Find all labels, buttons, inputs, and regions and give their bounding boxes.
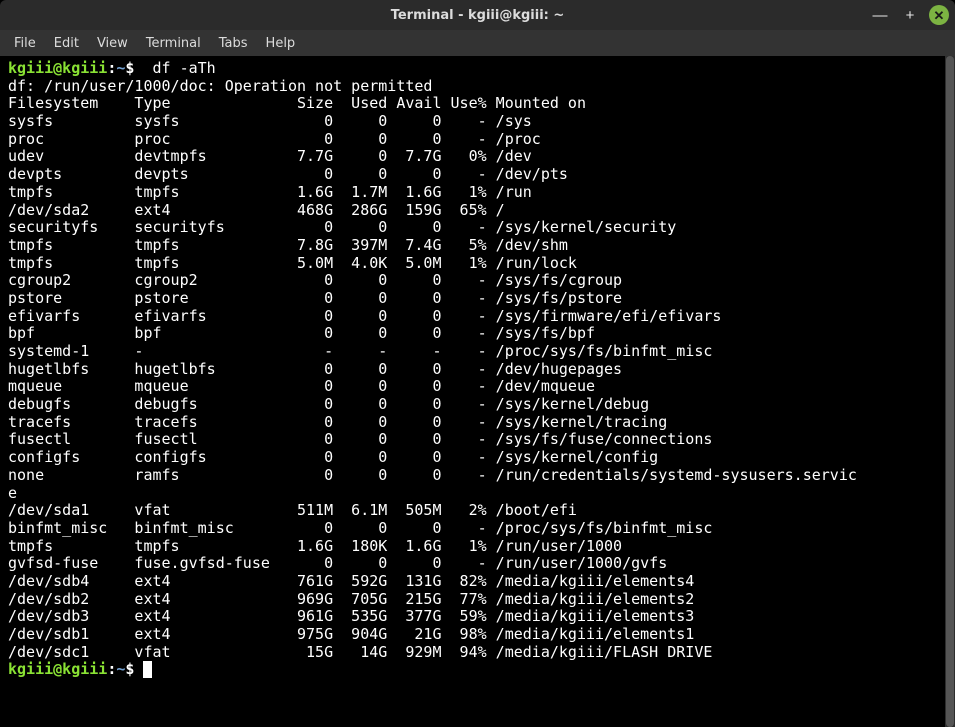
- df-row: binfmt_misc binfmt_misc 0 0 0 - /proc/sy…: [8, 520, 939, 538]
- scrollbar[interactable]: [945, 56, 955, 727]
- df-row: /dev/sdb4 ext4 761G 592G 131G 82% /media…: [8, 573, 939, 591]
- df-row: /dev/sdc1 vfat 15G 14G 929M 94% /media/k…: [8, 644, 939, 662]
- df-row: tmpfs tmpfs 5.0M 4.0K 5.0M 1% /run/lock: [8, 255, 939, 273]
- df-row: systemd-1 - - - - - /proc/sys/fs/binfmt_…: [8, 343, 939, 361]
- df-row: bpf bpf 0 0 0 - /sys/fs/bpf: [8, 325, 939, 343]
- df-row: hugetlbfs hugetlbfs 0 0 0 - /dev/hugepag…: [8, 361, 939, 379]
- df-header: Filesystem Type Size Used Avail Use% Mou…: [8, 95, 939, 113]
- df-row: /dev/sda1 vfat 511M 6.1M 505M 2% /boot/e…: [8, 502, 939, 520]
- cursor: [143, 661, 152, 678]
- df-row: tmpfs tmpfs 7.8G 397M 7.4G 5% /dev/shm: [8, 237, 939, 255]
- window-controls: — + ✕: [869, 0, 949, 30]
- df-row: pstore pstore 0 0 0 - /sys/fs/pstore: [8, 290, 939, 308]
- df-row-overflow: e: [8, 485, 939, 503]
- df-row: tracefs tracefs 0 0 0 - /sys/kernel/trac…: [8, 414, 939, 432]
- menu-file[interactable]: File: [6, 33, 44, 54]
- df-row: cgroup2 cgroup2 0 0 0 - /sys/fs/cgroup: [8, 272, 939, 290]
- scrollbar-thumb[interactable]: [946, 56, 954, 727]
- window-title: Terminal - kgiii@kgiii: ~: [0, 8, 955, 23]
- minimize-button[interactable]: —: [869, 4, 891, 26]
- df-row: proc proc 0 0 0 - /proc: [8, 131, 939, 149]
- terminal-output[interactable]: kgiii@kgiii:~$ df -aThdf: /run/user/1000…: [0, 56, 945, 727]
- prompt-dollar: $: [125, 59, 134, 77]
- df-row: udev devtmpfs 7.7G 0 7.7G 0% /dev: [8, 148, 939, 166]
- df-row: fusectl fusectl 0 0 0 - /sys/fs/fuse/con…: [8, 431, 939, 449]
- menu-edit[interactable]: Edit: [46, 33, 87, 54]
- df-row: securityfs securityfs 0 0 0 - /sys/kerne…: [8, 219, 939, 237]
- df-row: tmpfs tmpfs 1.6G 1.7M 1.6G 1% /run: [8, 184, 939, 202]
- prompt-line[interactable]: kgiii@kgiii:~$: [8, 661, 939, 679]
- df-row: gvfsd-fuse fuse.gvfsd-fuse 0 0 0 - /run/…: [8, 555, 939, 573]
- prompt-userhost: kgiii@kgiii: [8, 660, 107, 678]
- df-row: tmpfs tmpfs 1.6G 180K 1.6G 1% /run/user/…: [8, 538, 939, 556]
- maximize-button[interactable]: +: [899, 4, 921, 26]
- df-row: devpts devpts 0 0 0 - /dev/pts: [8, 166, 939, 184]
- menu-help[interactable]: Help: [258, 33, 304, 54]
- df-row: /dev/sdb1 ext4 975G 904G 21G 98% /media/…: [8, 626, 939, 644]
- prompt-dollar: $: [125, 660, 134, 678]
- df-row: none ramfs 0 0 0 - /run/credentials/syst…: [8, 467, 939, 485]
- df-row: debugfs debugfs 0 0 0 - /sys/kernel/debu…: [8, 396, 939, 414]
- close-button[interactable]: ✕: [929, 5, 949, 25]
- menu-tabs[interactable]: Tabs: [211, 33, 256, 54]
- df-row: efivarfs efivarfs 0 0 0 - /sys/firmware/…: [8, 308, 939, 326]
- prompt-userhost: kgiii@kgiii: [8, 59, 107, 77]
- command-line: kgiii@kgiii:~$ df -aTh: [8, 60, 939, 78]
- menubar: File Edit View Terminal Tabs Help: [0, 30, 955, 56]
- df-row: sysfs sysfs 0 0 0 - /sys: [8, 113, 939, 131]
- df-row: /dev/sdb3 ext4 961G 535G 377G 59% /media…: [8, 608, 939, 626]
- error-line: df: /run/user/1000/doc: Operation not pe…: [8, 78, 939, 96]
- menu-terminal[interactable]: Terminal: [138, 33, 209, 54]
- df-row: /dev/sda2 ext4 468G 286G 159G 65% /: [8, 202, 939, 220]
- titlebar: Terminal - kgiii@kgiii: ~ — + ✕: [0, 0, 955, 30]
- menu-view[interactable]: View: [89, 33, 136, 54]
- df-row: mqueue mqueue 0 0 0 - /dev/mqueue: [8, 378, 939, 396]
- df-row: configfs configfs 0 0 0 - /sys/kernel/co…: [8, 449, 939, 467]
- command-text: df -aTh: [153, 59, 216, 77]
- df-row: /dev/sdb2 ext4 969G 705G 215G 77% /media…: [8, 591, 939, 609]
